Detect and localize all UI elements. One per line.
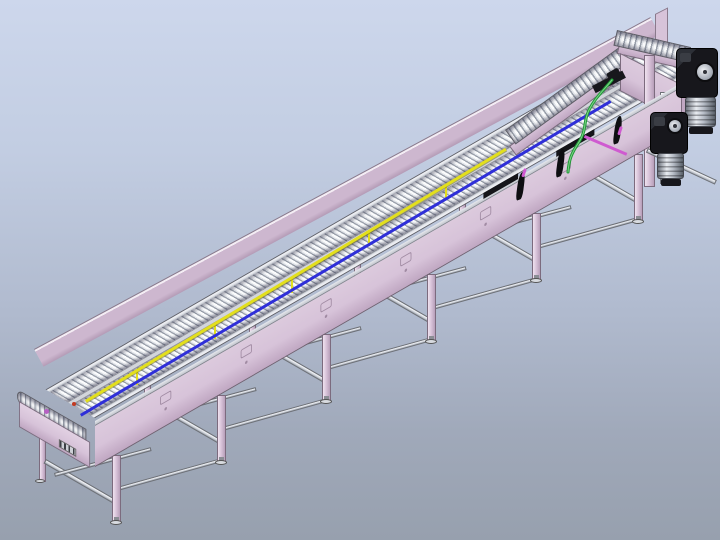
leg-front-post	[634, 154, 643, 222]
gearbox-detail-block	[680, 53, 691, 62]
bay-brace-lower	[432, 278, 534, 310]
leg-front-post	[322, 334, 331, 402]
gearbox-detail-block	[654, 117, 665, 126]
leg-front-post	[217, 395, 226, 463]
motor-end-cap	[689, 127, 713, 134]
leg-front-foot	[530, 278, 542, 283]
gearmotor-shaft-dot	[673, 124, 677, 128]
bay-brace-lower	[222, 399, 324, 431]
motor-body	[657, 153, 684, 179]
bay-brace-lower	[117, 459, 219, 491]
leg-front-foot	[425, 339, 437, 344]
tail-terminal-strip	[59, 439, 76, 457]
leg-rear-foot	[35, 479, 45, 483]
leg-front-foot	[110, 520, 122, 525]
leg-front-post	[427, 274, 436, 342]
sensor-red	[72, 402, 76, 406]
bay-brace-lower	[537, 217, 639, 249]
gearmotor-shaft-dot	[703, 70, 707, 74]
leg-front-post	[112, 455, 121, 523]
near-rail	[90, 70, 693, 418]
motor-body	[685, 97, 716, 127]
leg-front-post	[532, 213, 541, 281]
motor-end-cap	[661, 179, 681, 186]
cad-viewport[interactable]	[0, 0, 720, 540]
sensor-purple	[44, 409, 49, 414]
leg-front-foot	[320, 399, 332, 404]
leg-front-foot	[632, 219, 644, 224]
conveyor-scene	[0, 0, 720, 540]
leg-front-foot	[215, 460, 227, 465]
bay-brace-lower	[327, 338, 429, 370]
